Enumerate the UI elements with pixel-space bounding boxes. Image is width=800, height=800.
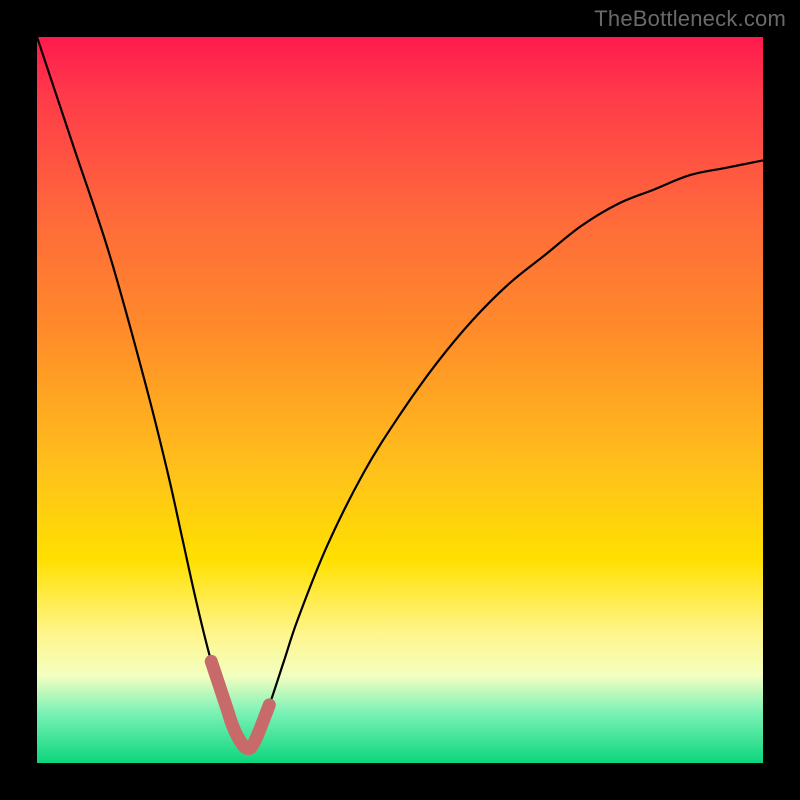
plot-area bbox=[37, 37, 763, 763]
chart-frame: TheBottleneck.com bbox=[0, 0, 800, 800]
watermark-text: TheBottleneck.com bbox=[594, 6, 786, 32]
highlight-valley bbox=[211, 661, 269, 748]
chart-svg bbox=[37, 37, 763, 763]
bottleneck-curve bbox=[37, 37, 763, 748]
